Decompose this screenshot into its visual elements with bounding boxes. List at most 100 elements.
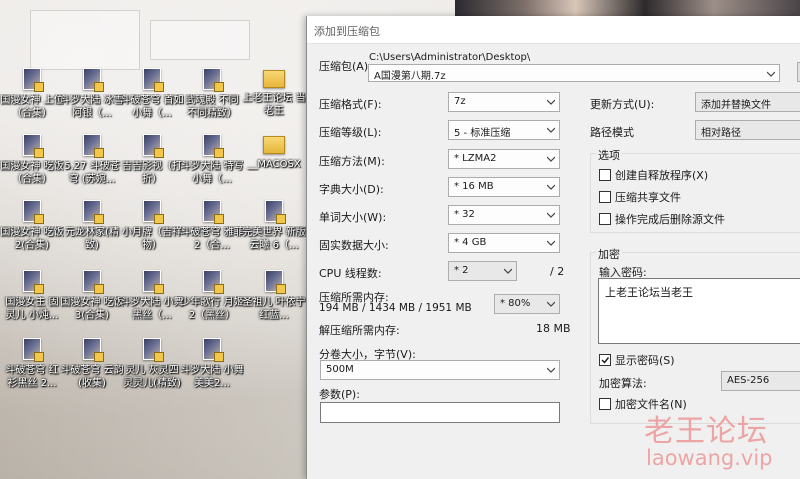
method-combo[interactable]: * LZMA2 [448,149,560,169]
desktop-icon[interactable]: __MACOSX [242,134,306,194]
video-file-icon [83,200,104,224]
create-sfx-checkbox[interactable]: 创建自释放程序(X) [599,167,708,183]
desktop-icon[interactable]: 斗破苍穹 云韵(收集) [60,338,124,398]
split-combo[interactable]: 500M [320,360,560,380]
dialog-title: 添加到压缩包 [307,16,800,44]
desktop-icon-label: 斗破苍穹 红 衫黑丝 2... [5,365,59,389]
format-label: 压缩格式(F): [319,98,382,111]
desktop-icon[interactable]: 国漫女神 上位（合集） [0,68,64,128]
threads-value: * 2 [454,265,469,276]
shared-files-label: 压缩共享文件 [615,191,681,204]
video-file-icon [23,338,44,362]
delete-after-checkbox[interactable]: 操作完成后删除源文件 [599,211,725,227]
dict-combo[interactable]: * 16 MB [448,177,560,197]
format-value: 7z [454,96,466,107]
checkbox-icon [599,398,611,410]
desktop-icon[interactable]: 吉吉影视（打折） [120,134,184,194]
desktop-icon-label: 圣祖儿 叶依宁 红蓝... [242,297,306,321]
desktop-icon[interactable]: 斗破苍穹 红 衫黑丝 2... [0,338,64,398]
show-password-checkbox[interactable]: 显示密码(S) [599,352,675,368]
video-file-icon [23,68,44,92]
chevron-down-icon [547,184,555,190]
checkbox-icon [599,213,611,225]
word-label: 单词大小(W): [319,211,387,224]
archive-path: C:\Users\Administrator\Desktop\ [369,52,531,63]
desktop-icon[interactable]: 国漫女主 固 灵儿 小炖... [0,270,64,330]
desktop-icon[interactable]: 国漫女神 吃饭（合集） [0,134,64,194]
dict-label: 字典大小(D): [319,183,384,196]
chevron-down-icon [547,240,555,246]
desktop-icon-label: 武魂殿 不同 不同精致） [185,95,239,119]
desktop-icon-label: 斗罗大陆 特写 小舞（... [180,161,244,185]
desktop-icon[interactable]: 斗罗大陆 小舞 美美2... [180,338,244,398]
desktop-icon[interactable]: 圣祖儿 叶依宁 红蓝... [242,270,306,330]
background-window-pane [30,10,140,70]
desktop-icon[interactable]: 斗破苍穹 首如 小舞（... [120,68,184,128]
desktop-icon[interactable]: 元龙林家(精致) [60,200,124,260]
desktop-icon[interactable]: 斗罗大陆 特写 小舞（... [180,134,244,194]
chevron-down-icon [547,99,555,105]
encryption-title: 加密 [596,246,622,262]
desktop-icon-label: 小月牌（吉祥物） [122,227,182,251]
path-mode-combo[interactable]: 相对路径 [695,120,800,140]
params-input[interactable] [320,402,560,423]
chevron-down-icon [547,127,555,133]
desktop-icon-label: 国漫女神 吃饭2(合集) [0,227,64,251]
desktop-icon[interactable]: 斗罗大陆 冰雪 阿银（... [60,68,124,128]
desktop-icon[interactable]: 武魂殿 不同 不同精致） [180,68,244,128]
password-input[interactable]: 上老王论坛当老王 [598,278,800,344]
create-sfx-label: 创建自释放程序(X) [615,169,709,182]
threads-combo[interactable]: * 2 [448,261,517,281]
update-value: 添加并替换文件 [701,100,771,111]
update-combo[interactable]: 添加并替换文件 [695,92,800,112]
desktop-icon[interactable]: 完美世界 新版云曦 6（... [242,200,306,260]
folder-icon [263,136,285,154]
method-label: 压缩方法(M): [319,155,385,168]
video-file-icon [83,134,104,158]
enc-method-combo[interactable]: AES-256 [721,371,800,391]
word-combo[interactable]: * 32 [448,205,560,225]
desktop-icon-label: 斗罗大陆 冰雪 阿银（... [60,95,124,119]
archive-name-combo[interactable]: A国漫第八期.7z [368,64,780,82]
desktop-icon-label: 国漫女神 吃饭（合集） [0,161,64,185]
shared-files-checkbox[interactable]: 压缩共享文件 [599,189,681,205]
format-combo[interactable]: 7z [448,92,560,112]
mem-percent-combo[interactable]: * 80% [494,294,560,314]
desktop-icon[interactable]: 小月牌（吉祥物） [120,200,184,260]
path-mode-value: 相对路径 [701,128,741,139]
options-title: 选项 [596,147,622,163]
desktop-icon[interactable]: 斗破苍穹 雅菲2（合... [180,200,244,260]
solid-combo[interactable]: * 4 GB [448,233,560,253]
desktop-icon[interactable]: 少年歌行 月姬2（黑丝） [180,270,244,330]
desktop-icon-label: 5.27 斗破苍穹 (苏婉... [64,161,120,185]
video-file-icon [23,200,44,224]
level-value: 5 - 标准压缩 [454,128,511,139]
enc-method-value: AES-256 [727,375,770,386]
desktop-icon-label: 灵儿 灰灵四 灵灵儿(精致) [123,365,181,389]
mem-percent-value: * 80% [500,298,531,309]
threads-label: CPU 线程数: [319,267,382,280]
desktop-icon-label: 国漫女神 上位（合集） [0,95,64,119]
desktop-icon-label: 斗罗大陆 小舞 美美2... [180,365,244,389]
video-file-icon [23,134,44,158]
desktop-icon[interactable]: 国漫女神 吃饭3(合集) [60,270,124,330]
video-file-icon [203,200,224,224]
desktop-icon-label: 斗破苍穹 雅菲2（合... [180,227,244,251]
desktop-icon[interactable]: 上老王论坛 当老王 [242,68,306,128]
video-file-icon [23,270,44,294]
checkbox-icon [599,169,611,181]
desktop-icon-label: 吉吉影视（打折） [122,161,182,185]
desktop-icon[interactable]: 灵儿 灰灵四 灵灵儿(精致) [120,338,184,398]
level-combo[interactable]: 5 - 标准压缩 [448,120,560,140]
video-file-icon [143,134,164,158]
desktop-icon[interactable]: 斗罗大陆 小舞黑丝（... [120,270,184,330]
desktop-icon-label: 上老王论坛 当老王 [242,93,306,117]
level-label: 压缩等级(L): [319,126,382,139]
desktop-icon[interactable]: 5.27 斗破苍穹 (苏婉... [60,134,124,194]
password-value: 上老王论坛当老王 [605,286,693,299]
video-file-icon [265,200,286,224]
archive-name-value: A国漫第八期.7z [374,71,446,82]
desktop-icon[interactable]: 国漫女神 吃饭2(合集) [0,200,64,260]
video-file-icon [203,68,224,92]
watermark-url: laowang.vip [646,446,773,470]
